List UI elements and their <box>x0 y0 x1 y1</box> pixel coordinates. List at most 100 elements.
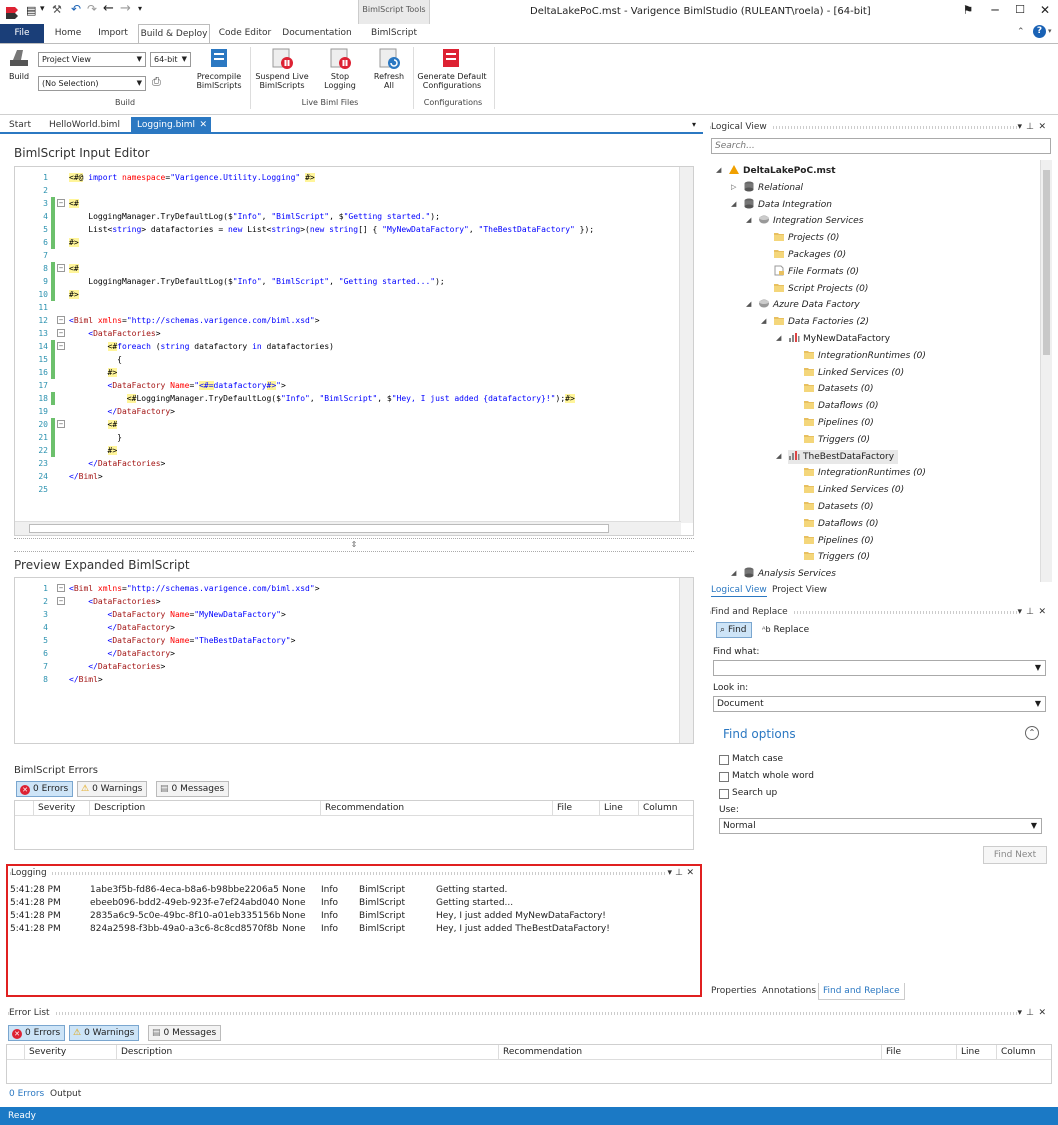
flag-icon[interactable]: ⚑ <box>958 3 978 21</box>
tree-node[interactable]: Dataflows (0) <box>803 399 878 413</box>
tree-node[interactable]: ◢ MyNewDataFactory <box>776 332 890 346</box>
errors-filter-button[interactable]: ✕ 0 Errors <box>16 781 74 797</box>
bitness-combo[interactable]: 64-bit ▼ <box>150 52 191 67</box>
code-line[interactable]: 6 #> <box>15 236 693 249</box>
pin-icon[interactable]: ⊥ <box>1026 605 1038 619</box>
errorlist-warnings-button[interactable]: ⚠ 0 Warnings <box>69 1025 140 1041</box>
col-severity[interactable]: Severity <box>24 1045 66 1060</box>
tree-node[interactable]: Triggers (0) <box>803 433 870 447</box>
doc-tab-logging[interactable]: Logging.biml ✕ <box>131 117 211 134</box>
code-line[interactable]: 5 <DataFactory Name="TheBestDataFactory"… <box>15 634 693 647</box>
tab-build-deploy[interactable]: Build & Deploy <box>138 24 210 44</box>
qat-more-icon[interactable]: ▾ <box>138 4 142 13</box>
col-severity[interactable]: Severity <box>33 801 75 816</box>
code-line[interactable]: 2 <box>15 184 693 197</box>
code-line[interactable]: 24 </Biml> <box>15 470 693 483</box>
code-line[interactable]: 20 − <# <box>15 418 693 431</box>
vertical-scrollbar[interactable] <box>679 167 693 523</box>
bimlscript-errors-grid[interactable]: Severity Description Recommendation File… <box>14 800 694 850</box>
tab-list-dropdown-icon[interactable]: ▾ <box>692 120 696 129</box>
fold-toggle-icon[interactable]: − <box>57 264 65 272</box>
use-select[interactable]: Normal ▼ <box>719 818 1042 834</box>
close-pane-icon[interactable]: ✕ <box>686 866 698 880</box>
tab-code-editor[interactable]: Code Editor <box>214 24 276 44</box>
splitter-handle[interactable]: ⇕ <box>14 538 694 552</box>
code-line[interactable]: 13 − <DataFactories> <box>15 327 693 340</box>
forward-icon[interactable]: → <box>120 1 131 16</box>
selection-combo[interactable]: (No Selection) ▼ <box>38 76 146 91</box>
minimize-button[interactable]: ─ <box>985 3 1005 21</box>
code-line[interactable]: 9 LoggingManager.TryDefaultLog($"Info", … <box>15 275 693 288</box>
preview-code-editor[interactable]: 1 − <Biml xmlns="http://schemas.varigence.… <box>14 577 694 744</box>
generate-configs-button[interactable]: Generate Default Configurations <box>416 46 488 90</box>
match-whole-word-checkbox[interactable] <box>719 772 729 782</box>
tree-node[interactable]: Projects (0) <box>773 231 839 245</box>
code-line[interactable]: 3 − <# <box>15 197 693 210</box>
find-what-input[interactable]: ▼ <box>713 660 1046 676</box>
input-code-editor[interactable]: 1 <#@ import namespace="Varigence.Utility… <box>14 166 694 536</box>
match-case-checkbox[interactable] <box>719 755 729 765</box>
close-pane-icon[interactable]: ✕ <box>1038 120 1050 134</box>
code-line[interactable]: 25 <box>15 483 693 496</box>
log-row[interactable]: 5:41:28 PM 1abe3f5b-fd86-4eca-b8a6-b98bbe… <box>10 884 700 897</box>
tree-node[interactable]: Datasets (0) <box>803 500 874 514</box>
expanded-arrow-icon[interactable]: ◢ <box>746 214 751 227</box>
fold-toggle-icon[interactable]: − <box>57 420 65 428</box>
code-line[interactable]: 8 </Biml> <box>15 673 693 686</box>
refresh-all-button[interactable]: Refresh All <box>370 46 408 90</box>
col-file[interactable]: File <box>881 1045 901 1060</box>
tree-node[interactable]: Packages (0) <box>773 248 846 262</box>
code-line[interactable]: 7 </DataFactories> <box>15 660 693 673</box>
code-line[interactable]: 10 #> <box>15 288 693 301</box>
bottom-tab-errors[interactable]: 0 Errors <box>9 1088 44 1100</box>
code-line[interactable]: 1 <#@ import namespace="Varigence.Utility… <box>15 171 693 184</box>
vertical-scrollbar[interactable] <box>679 578 693 743</box>
fold-toggle-icon[interactable]: − <box>57 329 65 337</box>
suspend-live-button[interactable]: Suspend Live BimlScripts <box>254 46 310 90</box>
messages-filter-button[interactable]: ▤ 0 Messages <box>156 781 230 797</box>
tree-node[interactable]: Linked Services (0) <box>803 483 904 497</box>
replace-mode-tab[interactable]: ᴬb Replace <box>762 625 809 635</box>
code-line[interactable]: 8 − <# <box>15 262 693 275</box>
code-line[interactable]: 7 <box>15 249 693 262</box>
tree-node[interactable]: IntegrationRuntimes (0) <box>803 466 926 480</box>
code-line[interactable]: 18 <#LoggingManager.TryDefaultLog($"Info… <box>15 392 693 405</box>
tree-node[interactable]: ◢ Azure Data Factory <box>746 298 860 312</box>
code-line[interactable]: 23 </DataFactories> <box>15 457 693 470</box>
code-line[interactable]: 2 − <DataFactories> <box>15 595 693 608</box>
expanded-arrow-icon[interactable]: ◢ <box>761 315 766 328</box>
build-button[interactable]: Build <box>4 46 34 81</box>
tree-node[interactable]: ▷ Relational <box>731 181 803 195</box>
code-line[interactable]: 1 − <Biml xmlns="http://schemas.varigence.… <box>15 582 693 595</box>
lv-tab-logical-view[interactable]: Logical View <box>711 584 767 597</box>
collapse-options-icon[interactable]: ⌃ <box>1025 726 1039 740</box>
tree-node[interactable]: IntegrationRuntimes (0) <box>803 349 926 363</box>
log-row[interactable]: 5:41:28 PM ebeeb096-bdd2-49eb-923f-e7ef24… <box>10 897 700 910</box>
doc-tab-start[interactable]: Start <box>3 117 37 134</box>
tree-node[interactable]: File Formats (0) <box>773 265 859 279</box>
code-line[interactable]: 4 </DataFactory> <box>15 621 693 634</box>
maximize-button[interactable]: ☐ <box>1010 3 1030 21</box>
tree-node[interactable]: Pipelines (0) <box>803 534 874 548</box>
tree-node[interactable]: ◢ Analysis Services <box>731 567 836 581</box>
expanded-arrow-icon[interactable]: ◢ <box>776 332 781 345</box>
code-line[interactable]: 19 </DataFactory> <box>15 405 693 418</box>
logical-view-search-input[interactable]: Search... <box>711 138 1051 154</box>
pane-menu-icon[interactable]: ▾ <box>1017 1006 1026 1020</box>
bottom-tab-output[interactable]: Output <box>50 1088 81 1100</box>
code-line[interactable]: 4 LoggingManager.TryDefaultLog($"Info", … <box>15 210 693 223</box>
tab-import[interactable]: Import <box>92 24 134 44</box>
col-column[interactable]: Column <box>638 801 677 816</box>
code-line[interactable]: 22 #> <box>15 444 693 457</box>
code-line[interactable]: 14 − <#foreach (string datafactory in dat… <box>15 340 693 353</box>
rb-tab-annotations[interactable]: Annotations <box>762 985 816 997</box>
rb-tab-properties[interactable]: Properties <box>711 985 756 997</box>
code-line[interactable]: 6 </DataFactory> <box>15 647 693 660</box>
collapsed-arrow-icon[interactable]: ▷ <box>731 181 736 194</box>
pane-menu-icon[interactable]: ▾ <box>1017 120 1026 134</box>
col-description[interactable]: Description <box>89 801 145 816</box>
fold-toggle-icon[interactable]: − <box>57 597 65 605</box>
expanded-arrow-icon[interactable]: ◢ <box>731 198 736 211</box>
code-line[interactable]: 12 − <Biml xmlns="http://schemas.varigence… <box>15 314 693 327</box>
close-pane-icon[interactable]: ✕ <box>1038 1006 1050 1020</box>
